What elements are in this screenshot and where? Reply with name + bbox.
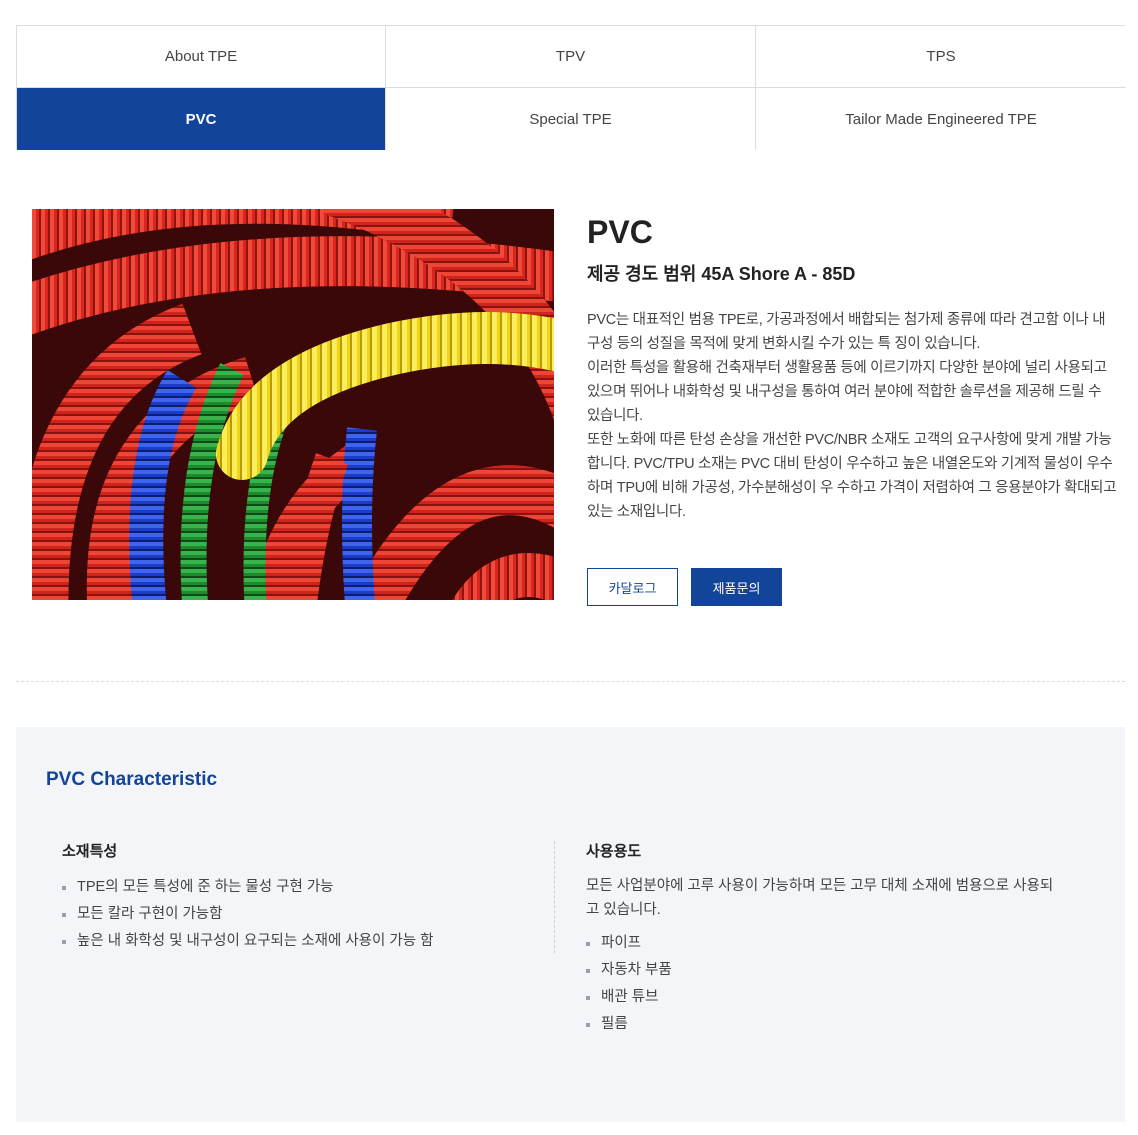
product-image-corrugated-tubes: [32, 209, 554, 600]
product-actions: 카달로그 제품문의: [587, 568, 782, 606]
usage-section: 사용용도 모든 사업분야에 고루 사용이 가능하며 모든 고무 대체 소재에 범…: [586, 841, 1066, 1038]
usage-list: 파이프 자동차 부품 배관 튜브 필름: [586, 930, 1066, 1038]
list-item: 모든 칼라 구현이 가능함: [62, 901, 522, 928]
tab-tailor-made-engineered-tpe[interactable]: Tailor Made Engineered TPE: [756, 88, 1126, 150]
product-category-tabs: About TPE TPV TPS PVC Special TPE Tailor…: [16, 25, 1126, 150]
list-item: TPE의 모든 특성에 준 하는 물성 구현 가능: [62, 874, 522, 901]
usage-text: 모든 사업분야에 고루 사용이 가능하며 모든 고무 대체 소재에 범용으로 사…: [586, 878, 1054, 918]
list-item: 높은 내 화학성 및 내구성이 요구되는 소재에 사용이 가능 함: [62, 928, 522, 955]
product-hardness-range: 제공 경도 범위 45A Shore A - 85D: [587, 264, 856, 284]
description-paragraph: 이러한 특성을 활용해 건축재부터 생활용품 등에 이르기까지 다양한 분야에 …: [587, 360, 1107, 424]
material-properties: 소재특성 TPE의 모든 특성에 준 하는 물성 구현 가능 모든 칼라 구현이…: [62, 841, 522, 955]
description-paragraph: PVC는 대표적인 범용 TPE로, 가공과정에서 배합되는 첨가제 종류에 따…: [587, 312, 1106, 352]
characteristic-panel: PVC Characteristic 소재특성 TPE의 모든 특성에 준 하는…: [16, 727, 1125, 1122]
characteristic-title: PVC Characteristic: [46, 769, 218, 790]
list-item: 자동차 부품: [586, 957, 1066, 984]
tab-about-tpe[interactable]: About TPE: [17, 26, 386, 88]
tab-tps[interactable]: TPS: [756, 26, 1126, 88]
material-heading: 소재특성: [62, 843, 118, 860]
description-paragraph: 또한 노화에 따른 탄성 손상을 개선한 PVC/NBR 소재도 고객의 요구사…: [587, 432, 1117, 520]
product-info: PVC 제공 경도 범위 45A Shore A - 85D PVC는 대표적인…: [587, 212, 1117, 524]
material-list: TPE의 모든 특성에 준 하는 물성 구현 가능 모든 칼라 구현이 가능함 …: [62, 874, 522, 955]
list-item: 파이프: [586, 930, 1066, 957]
tab-pvc[interactable]: PVC: [17, 88, 386, 150]
list-item: 필름: [586, 1011, 1066, 1038]
tab-special-tpe[interactable]: Special TPE: [386, 88, 756, 150]
tab-tpv[interactable]: TPV: [386, 26, 756, 88]
product-title: PVC: [587, 214, 653, 250]
product-description: PVC는 대표적인 범용 TPE로, 가공과정에서 배합되는 첨가제 종류에 따…: [587, 308, 1117, 524]
section-divider: [16, 681, 1125, 682]
list-item: 배관 튜브: [586, 984, 1066, 1011]
column-divider: [554, 841, 555, 953]
catalog-button[interactable]: 카달로그: [587, 568, 678, 606]
product-inquiry-button[interactable]: 제품문의: [691, 568, 782, 606]
usage-heading: 사용용도: [586, 843, 642, 860]
